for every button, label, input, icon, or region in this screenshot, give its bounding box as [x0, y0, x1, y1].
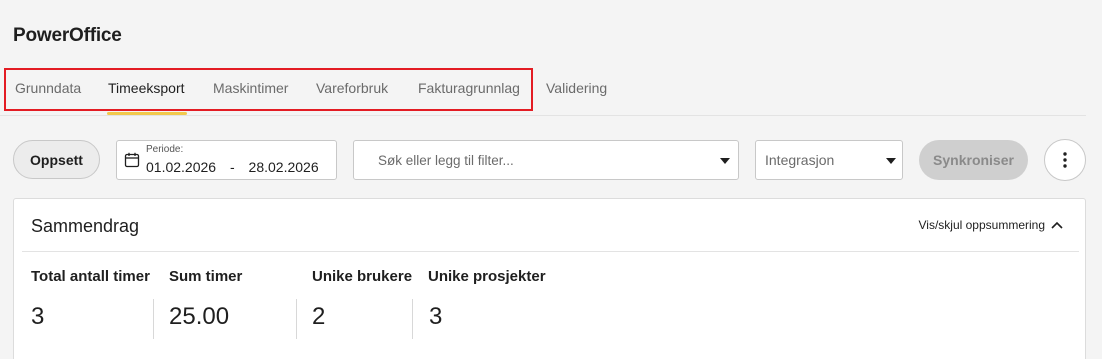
tab-maskintimer[interactable]: Maskintimer	[213, 80, 288, 96]
tab-grunndata[interactable]: Grunndata	[15, 80, 81, 96]
stat-value-sum-hours: 25.00	[169, 303, 230, 330]
period-label: Periode:	[146, 144, 184, 155]
stat-value-unique-projects: 3	[429, 303, 443, 330]
stat-label-total-hours: Total antall timer	[31, 268, 150, 285]
period-to: 28.02.2026	[248, 159, 319, 175]
divider	[22, 251, 1079, 252]
period-from: 01.02.2026	[146, 159, 217, 175]
integration-select[interactable]: Integrasjon	[755, 140, 903, 180]
tab-bar: Grunndata Timeeksport Maskintimer Varefo…	[0, 68, 1086, 116]
stat-separator	[296, 299, 297, 339]
stat-label-unique-projects: Unike prosjekter	[428, 268, 546, 285]
sync-button[interactable]: Synkroniser	[919, 140, 1028, 180]
stat-label-sum-hours: Sum timer	[169, 268, 243, 285]
chevron-down-icon[interactable]	[720, 158, 730, 164]
chevron-up-icon	[1051, 221, 1063, 229]
tab-validering[interactable]: Validering	[546, 80, 607, 96]
period-picker[interactable]: Periode: 01.02.2026 - 28.02.2026	[116, 140, 337, 180]
search-input[interactable]	[378, 150, 708, 170]
tab-timeeksport[interactable]: Timeeksport	[108, 80, 185, 96]
stat-separator	[153, 299, 154, 339]
summary-title: Sammendrag	[31, 216, 140, 236]
more-options-button[interactable]	[1044, 139, 1086, 181]
chevron-down-icon	[886, 158, 896, 164]
summary-card: Sammendrag Vis/skjul oppsummering Total …	[13, 198, 1086, 359]
stat-separator	[412, 299, 413, 339]
stat-label-unique-users: Unike brukere	[312, 268, 413, 285]
setup-button[interactable]: Oppsett	[13, 140, 100, 179]
active-tab-indicator	[107, 112, 187, 115]
tab-fakturagrunnlag[interactable]: Fakturagrunnlag	[418, 80, 520, 96]
app-title: PowerOffice	[13, 25, 122, 46]
more-vertical-icon	[1063, 152, 1067, 168]
stat-value-unique-users: 2	[312, 303, 326, 330]
calendar-icon	[124, 152, 140, 168]
toggle-summary-button[interactable]: Vis/skjul oppsummering	[919, 218, 1064, 232]
toggle-summary-label: Vis/skjul oppsummering	[918, 218, 1046, 232]
tab-vareforbruk[interactable]: Vareforbruk	[316, 80, 388, 96]
search-filter[interactable]	[353, 140, 739, 180]
period-range: 01.02.2026 - 28.02.2026	[146, 159, 319, 175]
period-separator: -	[229, 159, 235, 175]
integration-label: Integrasjon	[765, 152, 835, 168]
stat-value-total-hours: 3	[31, 303, 45, 330]
